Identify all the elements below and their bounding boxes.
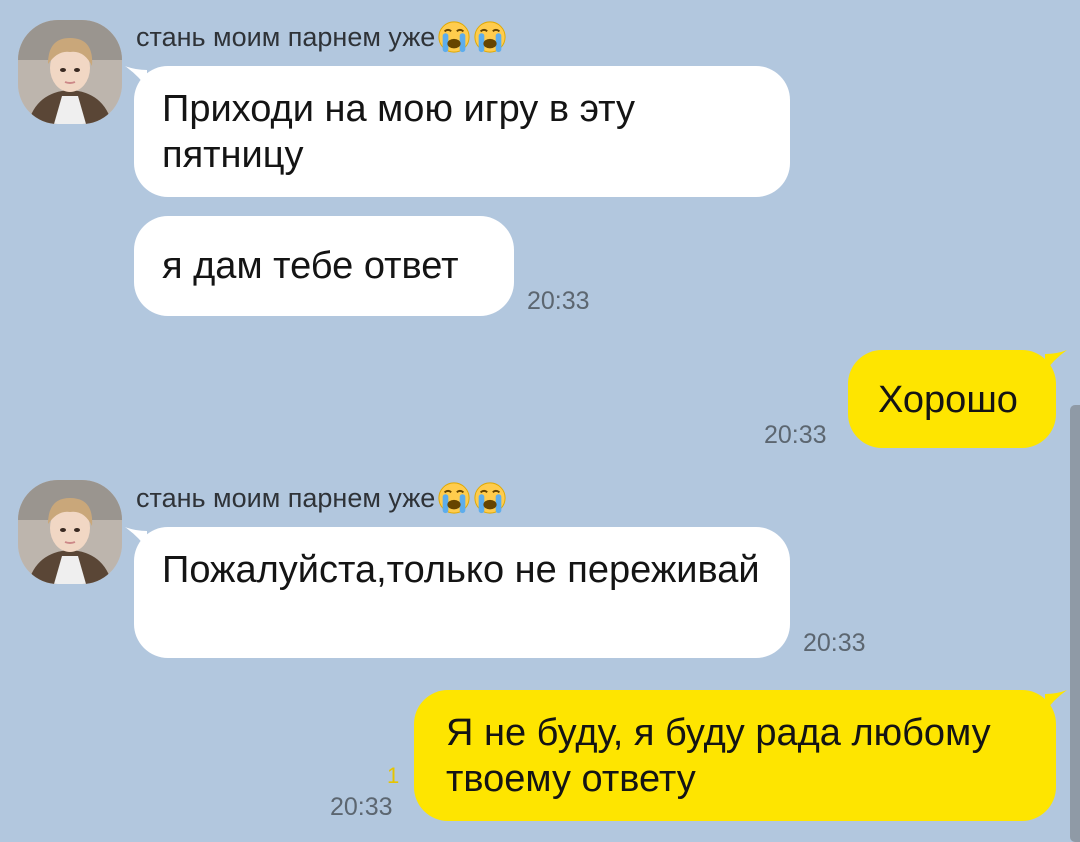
message-text: Я не буду, я буду рада любому твоему отв… — [446, 712, 991, 800]
message-bubble-incoming[interactable]: я дам тебе ответ — [134, 216, 514, 316]
message-time: 20:33 — [803, 629, 866, 657]
sender-avatar[interactable] — [18, 480, 122, 584]
loudly-crying-face-icon — [438, 482, 470, 514]
message-bubble-outgoing[interactable]: Хорошо — [848, 350, 1056, 448]
sender-avatar[interactable] — [18, 20, 122, 124]
bubble-tail — [1045, 350, 1067, 372]
message-text: Пожалуйста,только не переживай — [162, 549, 760, 591]
message-bubble-outgoing[interactable]: Я не буду, я буду рада любому твоему отв… — [414, 690, 1056, 821]
loudly-crying-face-icon — [438, 21, 470, 53]
sender-name-text: стань моим парнем уже — [136, 482, 436, 513]
message-time: 20:33 — [330, 793, 393, 821]
message-bubble-incoming[interactable]: Пожалуйста,только не переживай — [134, 527, 790, 658]
sender-name-text: стань моим парнем уже — [136, 21, 436, 52]
message-bubble-incoming[interactable]: Приходи на мою игру в эту пятницу — [134, 66, 790, 197]
message-text: я дам тебе ответ — [162, 245, 459, 287]
message-text: Приходи на мою игру в эту пятницу — [162, 88, 635, 176]
message-time: 20:33 — [764, 421, 827, 449]
loudly-crying-face-icon — [474, 482, 506, 514]
unread-count: 1 — [387, 763, 400, 788]
message-text: Хорошо — [878, 379, 1018, 421]
avatar-photo-icon — [18, 20, 122, 124]
sender-name: стань моим парнем уже — [136, 20, 507, 54]
message-time: 20:33 — [527, 287, 590, 315]
avatar-photo-icon — [18, 480, 122, 584]
bubble-tail — [1045, 690, 1067, 712]
scrollbar[interactable] — [1070, 405, 1080, 842]
loudly-crying-face-icon — [474, 21, 506, 53]
sender-name: стань моим парнем уже — [136, 481, 507, 515]
